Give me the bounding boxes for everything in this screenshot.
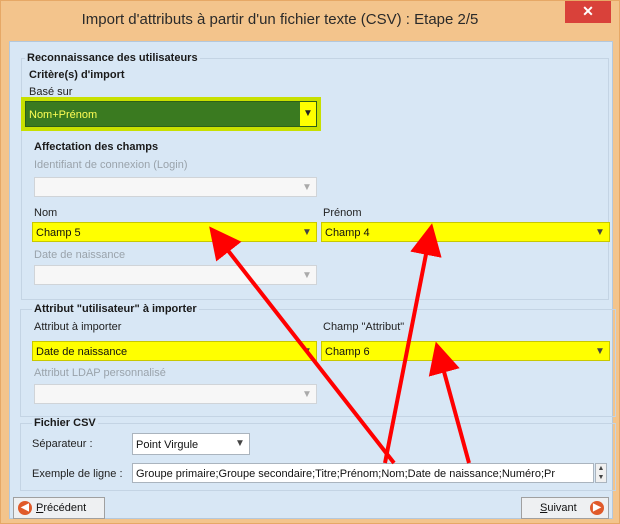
- arrow-to-prenom: [383, 223, 442, 464]
- arrow-to-nom: [209, 226, 396, 465]
- arrow-to-champ6: [428, 341, 471, 464]
- annotation-arrows: [209, 223, 471, 465]
- import-dialog: Import d'attributs à partir d'un fichier…: [0, 0, 620, 524]
